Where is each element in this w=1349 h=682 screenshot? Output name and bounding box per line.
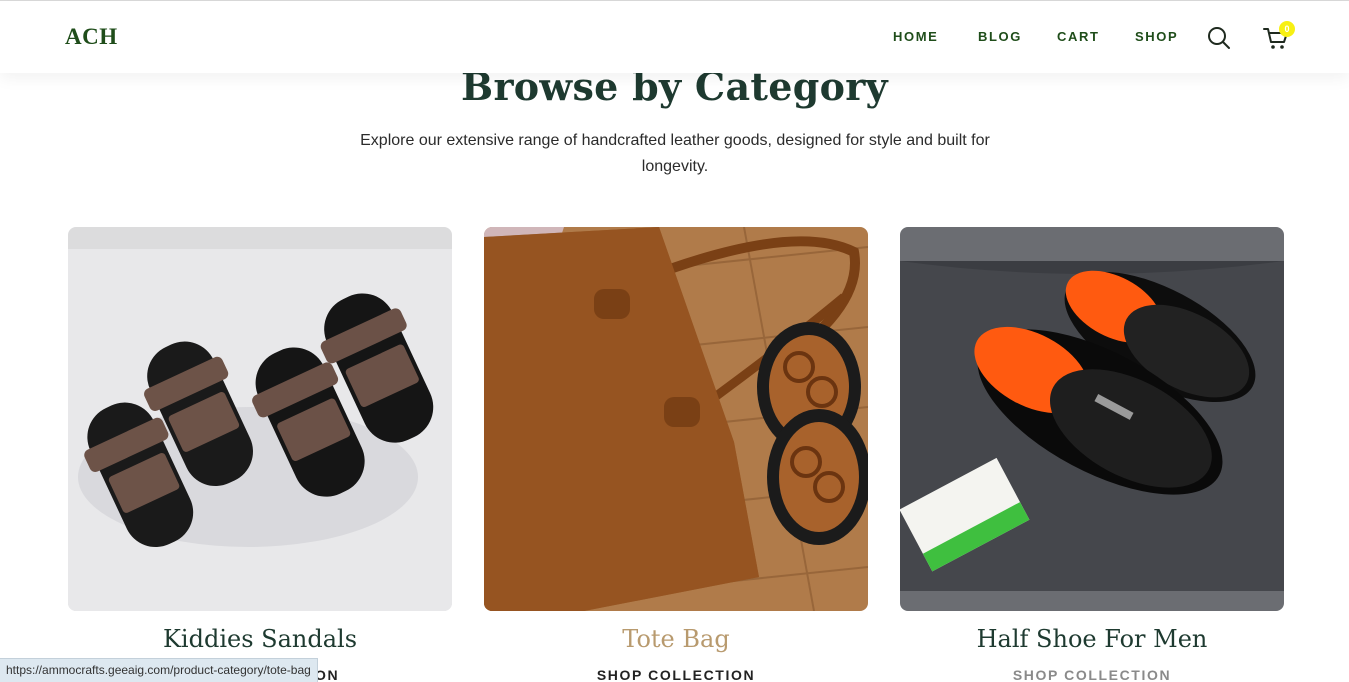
status-bar-url: https://ammocrafts.geeaig.com/product-ca…	[0, 658, 318, 682]
shop-collection-link[interactable]: SHOP COLLECTION	[484, 667, 868, 682]
category-image-sandals[interactable]	[68, 227, 452, 611]
category-title[interactable]: Half Shoe For Men	[900, 625, 1284, 653]
nav-cart[interactable]: CART	[1057, 29, 1100, 44]
category-card-tote-bag[interactable]: Tote Bag SHOP COLLECTION	[484, 227, 868, 682]
nav-blog[interactable]: BLOG	[978, 29, 1022, 44]
category-image-half-shoe[interactable]	[900, 227, 1284, 611]
category-card-kiddies-sandals[interactable]: Kiddies Sandals SHOP COLLECTION	[68, 227, 452, 682]
category-image-tote-bag[interactable]	[484, 227, 868, 611]
nav-home[interactable]: HOME	[893, 29, 938, 44]
search-icon[interactable]	[1206, 25, 1232, 51]
cart-count-badge: 0	[1279, 21, 1295, 37]
shop-collection-link[interactable]: SHOP COLLECTION	[900, 667, 1284, 682]
category-title[interactable]: Kiddies Sandals	[68, 625, 452, 653]
category-card-half-shoe[interactable]: Half Shoe For Men SHOP COLLECTION	[900, 227, 1284, 682]
category-title[interactable]: Tote Bag	[484, 625, 868, 653]
site-header: ACH HOME BLOG CART SHOP 0	[0, 1, 1349, 73]
site-logo[interactable]: ACH	[65, 24, 118, 50]
nav-shop[interactable]: SHOP	[1135, 29, 1178, 44]
section-subtitle: Explore our extensive range of handcraft…	[360, 132, 990, 175]
